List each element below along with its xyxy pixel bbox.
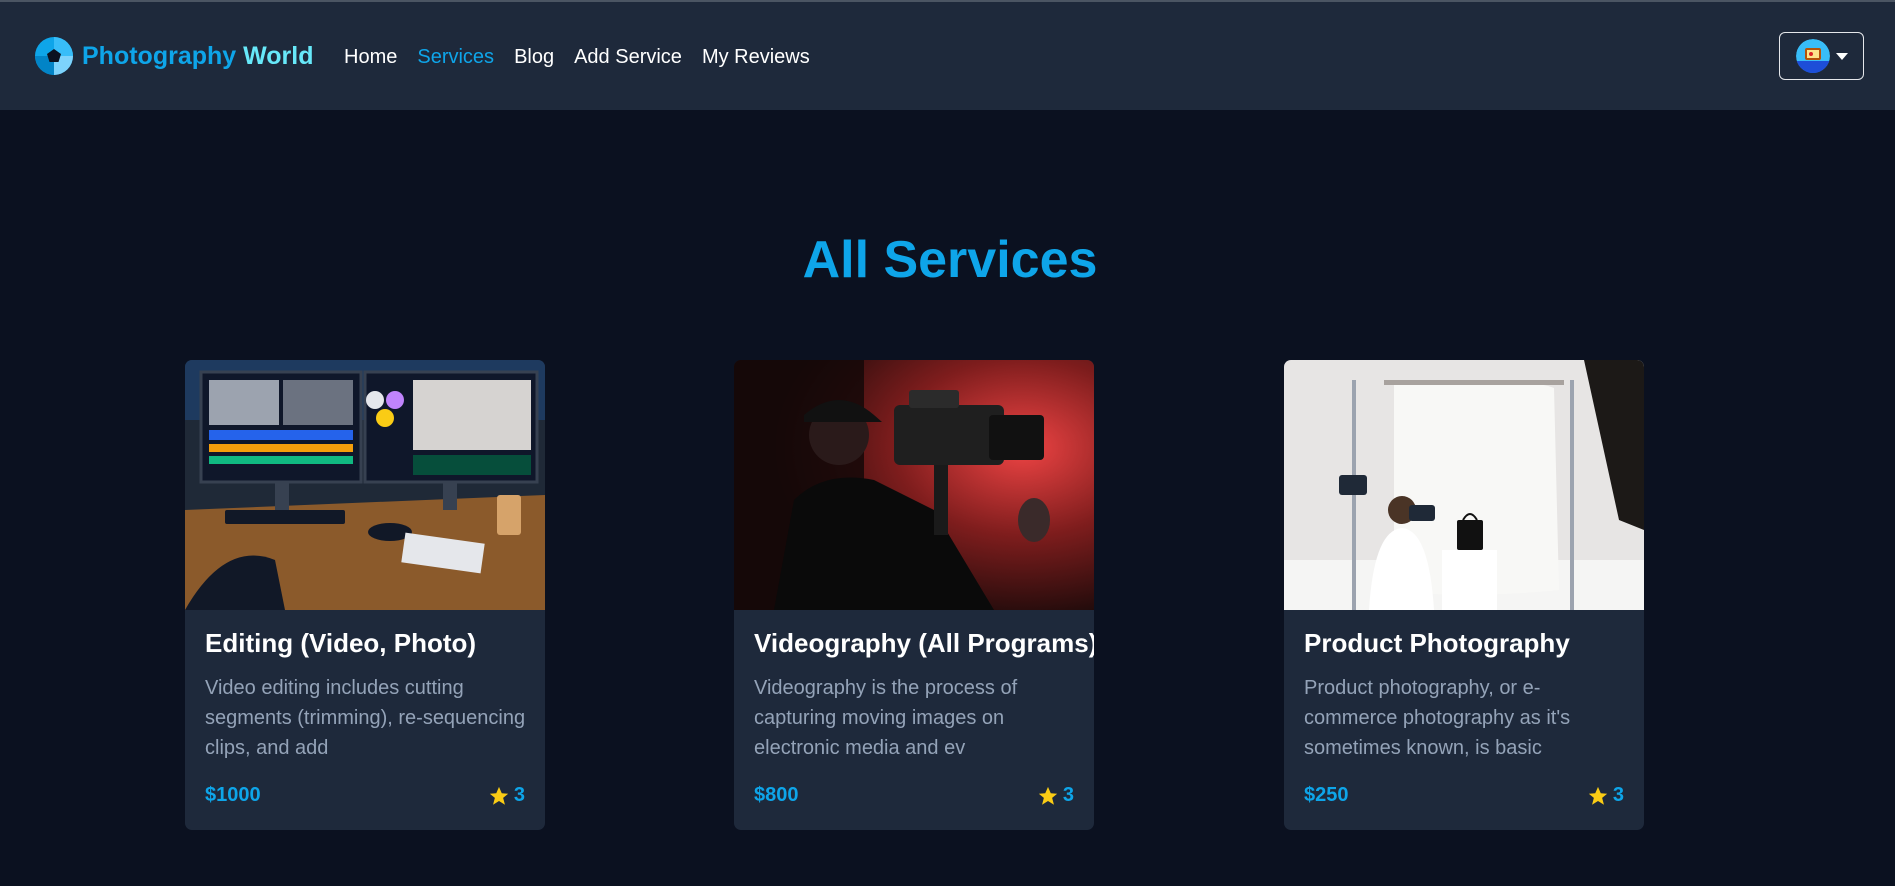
- star-icon: [1588, 786, 1608, 805]
- video-editing-desk-photo: [185, 360, 545, 610]
- card-price: $1000: [205, 784, 261, 806]
- nav-blog[interactable]: Blog: [514, 46, 554, 69]
- nav-my-reviews[interactable]: My Reviews: [702, 46, 810, 69]
- brand-link[interactable]: Photography World: [34, 36, 314, 76]
- star-icon: [489, 786, 509, 805]
- brand-name-part1: Photography: [82, 41, 237, 70]
- product-studio-photo: [1284, 360, 1644, 610]
- card-rating: 3: [1587, 784, 1624, 807]
- user-menu-button[interactable]: [1779, 32, 1864, 80]
- page-title: All Services: [802, 231, 1098, 289]
- main-nav: Home Services Blog Add Service My Review…: [344, 46, 810, 69]
- card-body: Product Photography Product photography,…: [1304, 628, 1626, 763]
- card-description: Videography is the process of capturing …: [754, 677, 1018, 759]
- rating-value: 3: [1612, 784, 1624, 806]
- nav-add-service[interactable]: Add Service: [574, 46, 682, 69]
- card-rating: 3: [1037, 784, 1074, 807]
- card-description: Product photography, or e-commerce photo…: [1304, 677, 1571, 759]
- card-description: Video editing includes cutting segments …: [205, 677, 526, 759]
- nav-home[interactable]: Home: [344, 46, 397, 69]
- star-icon: [1038, 786, 1058, 805]
- rating-value: 3: [1062, 784, 1074, 806]
- brand-name-part2: World: [243, 41, 314, 70]
- card-rating: 3: [488, 784, 525, 807]
- card-body: Editing (Video, Photo) Video editing inc…: [205, 628, 527, 763]
- card-price: $800: [754, 784, 799, 806]
- card-footer: $250 3: [1304, 784, 1624, 807]
- user-avatar: [1795, 39, 1830, 73]
- card-body: Videography (All Programs) Videography i…: [754, 628, 1094, 763]
- card-title[interactable]: Product Photography: [1304, 628, 1626, 659]
- nav-services[interactable]: Services: [417, 46, 494, 69]
- caret-down-icon: [1835, 52, 1848, 60]
- service-card[interactable]: Videography (All Programs) Videography i…: [734, 360, 1094, 830]
- camera-operator-photo: [734, 360, 1094, 610]
- card-footer: $1000 3: [205, 784, 525, 807]
- camera-shutter-icon: [35, 37, 73, 75]
- service-card[interactable]: Product Photography Product photography,…: [1284, 360, 1644, 830]
- card-title[interactable]: Videography (All Programs): [754, 628, 1094, 659]
- card-footer: $800 3: [754, 784, 1074, 807]
- navbar: Photography World Home Services Blog Add…: [0, 2, 1895, 110]
- card-price: $250: [1304, 784, 1349, 806]
- card-title[interactable]: Editing (Video, Photo): [205, 628, 527, 659]
- rating-value: 3: [513, 784, 525, 806]
- brand-name: Photography World: [82, 42, 314, 71]
- service-card[interactable]: Editing (Video, Photo) Video editing inc…: [185, 360, 545, 830]
